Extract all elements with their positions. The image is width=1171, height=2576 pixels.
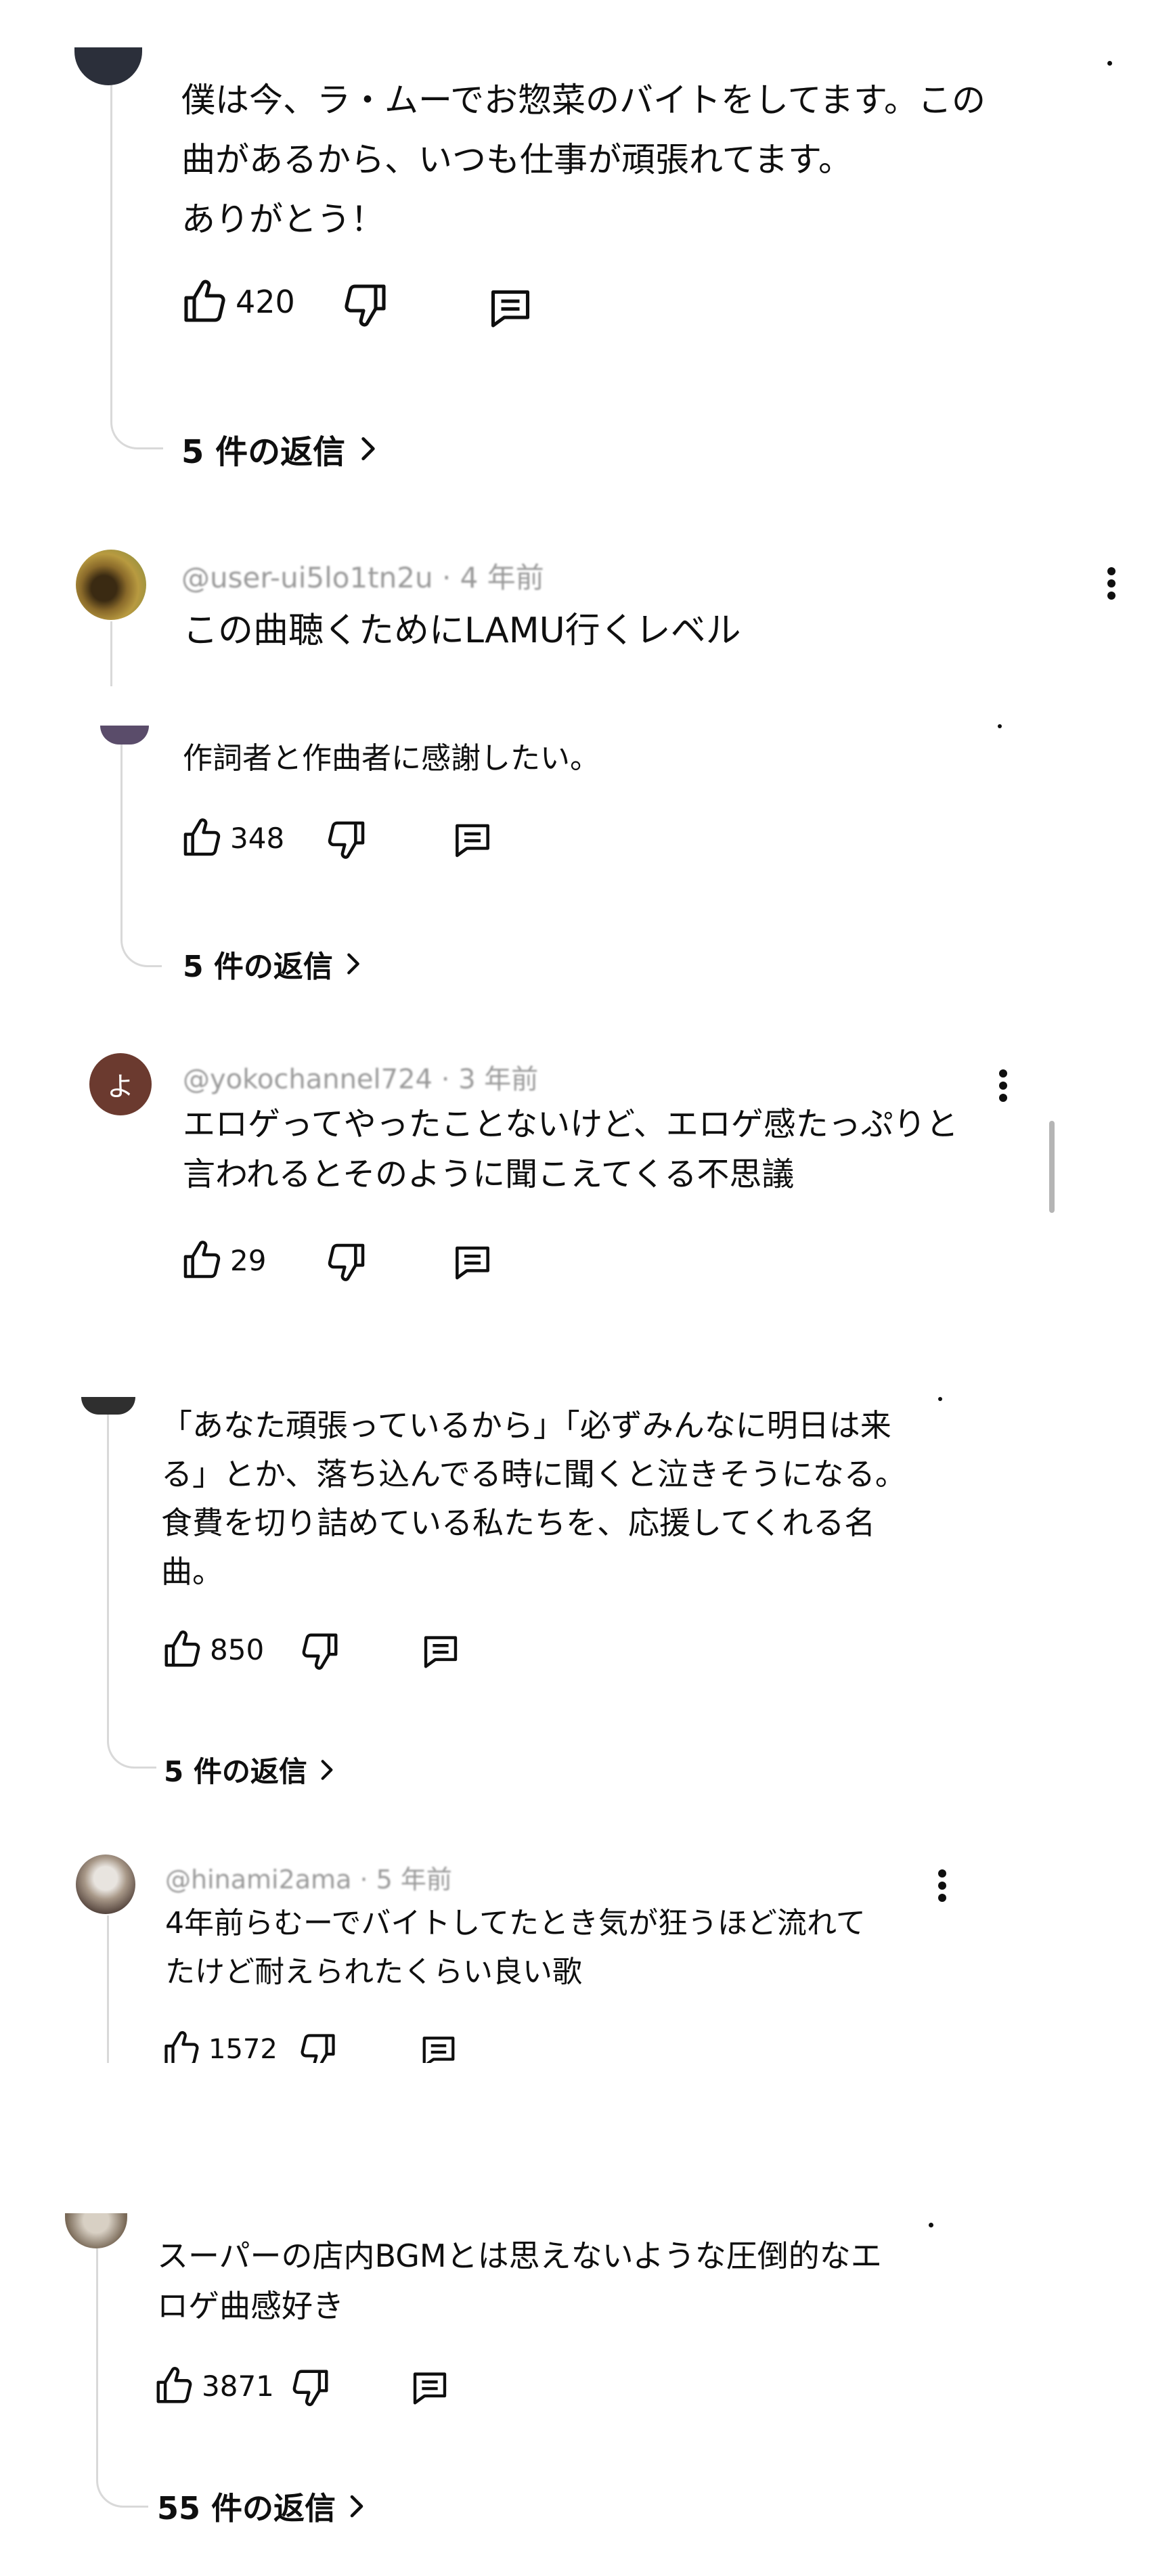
more-vert-icon[interactable] [1106,567,1117,604]
scrollbar-thumb[interactable] [1049,1121,1055,1213]
thread-line [120,745,162,967]
reply-button[interactable] [420,1630,462,1672]
avatar-letter: よ [107,1071,134,1103]
reply-button[interactable] [486,283,535,332]
view-replies-button[interactable]: 5 件の返信 [181,425,383,472]
timestamp: 4 年前 [460,561,544,594]
dislike-icon [298,2030,338,2063]
chevron-right-icon [353,434,383,464]
view-replies-button[interactable]: 5 件の返信 [164,1749,340,1790]
replies-label: 5 件の返信 [183,950,333,984]
comment-meta: @yokochannel724 · 3 年前 [183,1057,538,1096]
like-count: 1572 [208,2034,278,2063]
like-count: 420 [236,284,295,320]
like-icon [180,277,229,326]
avatar[interactable] [100,726,149,745]
reply-icon [418,2030,459,2063]
avatar[interactable] [65,2213,127,2248]
replies-label: 5 件の返信 [164,1755,307,1788]
like-count: 850 [210,1633,265,1666]
reply-button[interactable] [451,818,494,861]
timestamp: 3 年前 [458,1064,539,1095]
separator: · [441,561,460,594]
like-icon [161,1628,203,1670]
reply-button[interactable] [409,2366,451,2408]
replies-label: 55 件の返信 [157,2490,336,2527]
more-vert-icon[interactable] [1107,61,1112,66]
chevron-right-icon [340,950,367,977]
dislike-icon [341,280,390,329]
separator: · [359,1865,376,1894]
thread-line [96,2248,148,2508]
like-icon [161,2029,202,2063]
comment-meta: @user-ui5lo1tn2u · 4 年前 [181,555,544,596]
comment-meta: @hinami2ama · 5 年前 [165,1859,452,1896]
more-vert-icon[interactable] [938,1397,942,1401]
thread-line [110,621,112,686]
more-vert-icon[interactable] [929,2223,933,2227]
reply-icon [420,1630,462,1672]
dislike-button[interactable] [325,1240,368,1283]
author-name[interactable]: @user-ui5lo1tn2u [181,561,433,594]
action-bar-clip: 1572 [156,2024,562,2063]
like-button[interactable]: 420 [180,277,295,326]
dislike-icon [325,1240,368,1283]
view-replies-button[interactable]: 55 件の返信 [157,2484,371,2529]
comment-text: この曲聴くためにLAMU行くレベル [183,610,741,651]
comment-text: 4年前らむーでバイトしてたとき気が狂うほど流れて たけど耐えられたくらい良い歌 [165,1906,866,1989]
reply-icon [486,283,535,332]
comment-text: 「あなた頑張っているから」「必ずみんなに明日は来 る」とか、落ち込んでる時に聞く… [161,1407,906,1590]
like-icon [180,816,223,860]
like-button[interactable]: 29 [180,1239,266,1282]
comment-text: 僕は今、ラ・ムーでお惣菜のバイトをしてます。この 曲があるから、いつも仕事が頑張… [181,81,986,239]
dislike-button[interactable] [299,1630,341,1672]
dislike-button[interactable] [325,818,368,861]
comment-text: 作詞者と作曲者に感謝したい。 [183,741,600,776]
author-name[interactable]: @yokochannel724 [183,1064,433,1095]
more-vert-icon[interactable] [998,724,1002,728]
dislike-button[interactable] [341,280,390,329]
reply-icon [451,818,494,861]
dislike-icon [290,2366,332,2408]
dislike-icon [325,818,368,861]
dislike-button[interactable] [290,2366,332,2408]
reply-button[interactable] [451,1240,494,1283]
dislike-button[interactable] [298,2030,338,2063]
comment-text: スーパーの店内BGMとは思えないような圧倒的なエ ロゲ曲感好き [157,2238,882,2324]
chevron-right-icon [343,2492,371,2521]
thread-line [110,85,163,449]
like-button[interactable]: 850 [161,1628,264,1670]
separator: · [441,1064,459,1095]
reply-button[interactable] [418,2030,459,2063]
like-count: 3871 [202,2369,274,2403]
like-count: 29 [230,1243,267,1277]
like-button[interactable]: 1572 [161,2029,278,2063]
author-name[interactable]: @hinami2ama [165,1865,351,1894]
avatar[interactable] [74,47,142,85]
thread-line [107,1915,109,2063]
timestamp: 5 年前 [376,1865,452,1894]
like-count: 348 [230,821,285,855]
like-icon [153,2365,195,2407]
comment-text: エロゲってやったことないけど、エロゲ感たっぷりと 言われるとそのように聞こえてく… [183,1105,958,1193]
reply-icon [451,1240,494,1283]
avatar[interactable] [81,1397,135,1415]
more-vert-icon[interactable] [937,1869,948,1906]
like-button[interactable]: 348 [180,816,284,860]
like-icon [180,1239,223,1282]
replies-label: 5 件の返信 [181,433,346,471]
reply-icon [409,2366,451,2408]
like-button[interactable]: 3871 [153,2365,274,2407]
chevron-right-icon [314,1757,340,1783]
thread-line [107,1415,156,1769]
avatar[interactable] [76,1855,135,1914]
avatar[interactable]: よ [89,1053,152,1115]
avatar[interactable] [76,550,146,620]
dislike-icon [299,1630,341,1672]
view-replies-button[interactable]: 5 件の返信 [183,942,367,985]
more-vert-icon[interactable] [998,1069,1009,1106]
